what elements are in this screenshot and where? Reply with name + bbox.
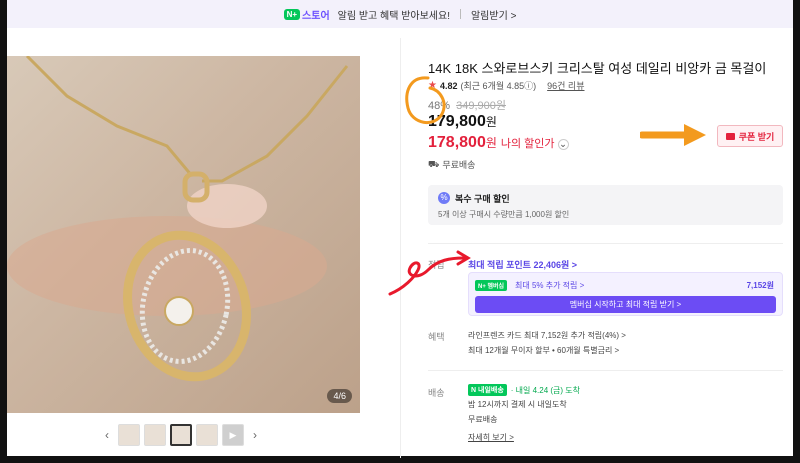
column-divider — [400, 38, 401, 458]
notification-bar: N+ 스토어 알림 받고 혜택 받아보세요! 알림받기 > — [7, 0, 793, 28]
star-icon: ★ — [428, 80, 437, 91]
original-price: 349,900원 — [456, 100, 506, 112]
shipping-label: 배송 — [428, 388, 445, 398]
shipping-free: 무료배송 — [468, 415, 498, 424]
divider — [428, 243, 783, 244]
membership-start-button[interactable]: 멤버십 시작하고 최대 적립 받기 > — [475, 296, 776, 313]
points-label: 적립 — [428, 260, 445, 270]
percent-icon: % — [438, 192, 450, 204]
installment-benefit-link[interactable]: 최대 12개월 무이자 할부 • 60개월 특별금리 > — [468, 345, 619, 356]
page-indicator: 4/6 — [327, 389, 352, 403]
card-benefit-link[interactable]: 라인프렌즈 카드 최대 7,152원 추가 적립(4%) > — [468, 330, 626, 341]
annotation-arrow — [640, 124, 706, 146]
thumbnail-active[interactable] — [170, 424, 192, 446]
tomorrow-delivery-badge: N 내일배송 — [468, 384, 507, 396]
discount-percent: 48% — [428, 100, 451, 112]
membership-badge: N+ 멤버십 — [475, 280, 508, 291]
divider — [459, 9, 461, 19]
sale-price-unit: 원 — [485, 115, 497, 129]
coupon-label: 쿠폰 받기 — [738, 131, 775, 142]
my-price-value: 178,800 — [428, 134, 486, 151]
discount-row: 48% 349,900원 — [428, 97, 506, 113]
shipping-cutoff: 밤 12시까지 결제 시 내일도착 — [468, 400, 567, 409]
thumbnail-video[interactable]: ▶ — [222, 424, 244, 446]
thumbnail-strip: ‹ ▶ › — [100, 423, 262, 447]
my-price-unit: 원 — [485, 136, 497, 150]
thumbnail[interactable] — [118, 424, 140, 446]
product-image[interactable]: 4/6 — [7, 56, 360, 413]
rating-row: ★ 4.82 (최근 6개월 4.85ⓘ) 96건 리뷰 — [428, 79, 585, 92]
notify-button[interactable]: 알림받기 > — [471, 7, 516, 22]
truck-icon: ⛟ — [428, 158, 440, 169]
notification-message: 알림 받고 혜택 받아보세요! — [337, 10, 450, 22]
coupon-button[interactable]: 쿠폰 받기 — [717, 125, 783, 147]
rating-sub: (최근 6개월 4.85ⓘ) — [460, 81, 537, 91]
thumbnail[interactable] — [196, 424, 218, 446]
naver-plus-badge: N+ — [283, 8, 301, 20]
membership-text[interactable]: 최대 5% 추가 적립 > — [515, 280, 584, 291]
product-title: 14K 18K 스와로브스키 크리스탈 여성 데일리 비앙카 금 목걸이 — [428, 61, 767, 76]
divider — [428, 370, 783, 371]
next-arrow-icon[interactable]: › — [248, 428, 262, 442]
free-shipping-label: 무료배송 — [442, 160, 476, 170]
max-points-link[interactable]: 최대 적립 포인트 22,406원 > — [468, 258, 577, 271]
sale-price: 179,800원 — [428, 113, 497, 131]
benefits-label: 혜택 — [428, 332, 445, 342]
arrival-date: · 내일 4.24 (금) 도착 — [510, 385, 581, 395]
store-label: 스토어 — [302, 10, 330, 22]
my-discount-price: 178,800 원 나의 할인가 ⌄ — [428, 134, 569, 152]
shipping-details-link[interactable]: 자세히 보기 > — [468, 432, 514, 443]
coupon-icon — [725, 132, 735, 140]
thumbnail[interactable] — [144, 424, 166, 446]
necklace-illustration — [7, 56, 349, 382]
tomorrow-delivery: N 내일배송 · 내일 4.24 (금) 도착 — [468, 384, 580, 396]
chevron-down-icon[interactable]: ⌄ — [557, 139, 569, 150]
multibuy-title: 복수 구매 할인 — [455, 194, 510, 204]
prev-arrow-icon[interactable]: ‹ — [100, 428, 114, 442]
sale-price-value: 179,800 — [428, 113, 486, 130]
membership-amount: 7,152원 — [746, 281, 774, 290]
free-shipping: ⛟ 무료배송 — [428, 158, 475, 171]
rating-score: 4.82 — [439, 80, 458, 91]
multibuy-discount-box: % 복수 구매 할인 5개 이상 구매시 수량만큼 1,000원 할인 — [428, 185, 783, 225]
multibuy-desc: 5개 이상 구매시 수량만큼 1,000원 할인 — [438, 210, 570, 219]
review-count-link[interactable]: 96건 리뷰 — [547, 79, 584, 92]
membership-box: N+ 멤버십 최대 5% 추가 적립 > 7,152원 멤버십 시작하고 최대 … — [468, 272, 783, 316]
my-price-label: 나의 할인가 — [500, 138, 555, 150]
